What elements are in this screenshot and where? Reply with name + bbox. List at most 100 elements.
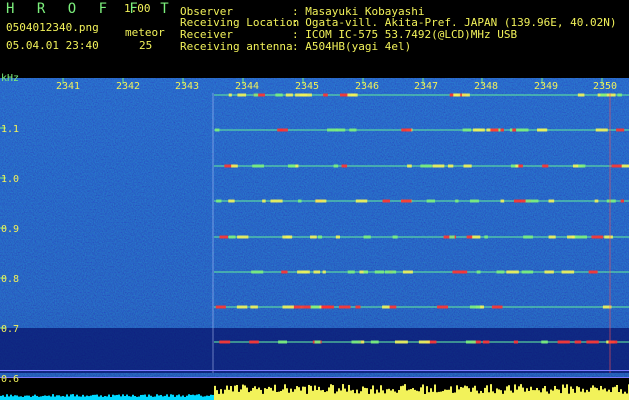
level-bar: [488, 392, 490, 400]
echo-blip: [389, 305, 397, 309]
file-name: 0504012340.png: [6, 21, 99, 34]
meteor-count: 25: [139, 39, 153, 52]
level-bar: [304, 386, 306, 400]
echo-blip: [594, 199, 599, 203]
level-bar: [40, 396, 42, 400]
level-bar: [530, 386, 532, 400]
level-bar: [568, 393, 570, 400]
level-bar: [366, 388, 368, 400]
x-tick-label: 2344: [235, 81, 260, 92]
echo-blip: [317, 235, 323, 239]
level-bar: [28, 395, 30, 400]
level-bar: [414, 389, 416, 400]
echo-blip: [513, 199, 521, 203]
level-bar: [206, 395, 208, 400]
level-bar: [130, 396, 132, 400]
level-bar: [370, 389, 372, 400]
level-bar: [218, 393, 220, 400]
level-bar: [600, 385, 602, 400]
level-bar: [58, 395, 60, 400]
level-bar: [504, 390, 506, 400]
level-bar: [90, 395, 92, 400]
level-bar: [604, 388, 606, 400]
level-bar: [212, 394, 214, 400]
echo-blip: [262, 199, 266, 203]
echo-blip: [401, 199, 412, 203]
level-bar: [242, 384, 244, 400]
antenna-label: Receiving antenna: [180, 40, 293, 53]
level-bar: [502, 393, 504, 400]
level-bar: [208, 395, 210, 400]
level-bar: [400, 386, 402, 400]
level-bar: [520, 384, 522, 400]
level-bar: [0, 395, 2, 400]
level-bar: [500, 390, 502, 400]
level-bar: [458, 389, 460, 400]
level-bar: [220, 389, 222, 400]
level-bar: [18, 396, 20, 400]
echo-blip: [282, 305, 294, 309]
echo-blip: [482, 340, 490, 344]
echo-blip: [297, 270, 310, 274]
echo-blip: [351, 340, 362, 344]
echo-blip: [512, 128, 516, 132]
level-bar: [82, 394, 84, 400]
level-bar: [248, 392, 250, 400]
echo-blip: [382, 305, 390, 309]
echo-blip: [516, 128, 529, 132]
echo-blip: [606, 199, 616, 203]
level-bar: [36, 395, 38, 400]
level-bar: [258, 387, 260, 400]
echo-blip: [219, 340, 231, 344]
echo-blip: [310, 305, 320, 309]
level-bar: [200, 395, 202, 400]
level-bar: [72, 394, 74, 400]
level-bar: [606, 391, 608, 400]
level-bar: [460, 386, 462, 400]
level-bar: [76, 394, 78, 400]
level-bar: [134, 395, 136, 400]
x-tick-label: 2341: [56, 81, 81, 92]
level-bar: [514, 384, 516, 400]
echo-blip: [484, 235, 488, 239]
echo-blip: [472, 128, 485, 132]
level-bar: [554, 385, 556, 400]
level-bar: [254, 386, 256, 400]
echo-blip: [249, 340, 259, 344]
echo-blip: [453, 93, 461, 97]
level-bar: [150, 395, 152, 400]
level-bar: [526, 388, 528, 400]
level-bar: [388, 388, 390, 400]
level-bar: [334, 393, 336, 400]
level-bar: [548, 393, 550, 400]
level-bar: [416, 390, 418, 400]
echo-blip: [228, 93, 232, 97]
level-bar: [538, 390, 540, 400]
echo-blip: [384, 270, 397, 274]
level-bar: [594, 387, 596, 400]
echo-blip: [315, 199, 327, 203]
level-bar: [482, 392, 484, 400]
level-bar: [120, 396, 122, 400]
level-bar: [124, 396, 126, 400]
level-bar: [114, 395, 116, 400]
level-bar: [470, 391, 472, 400]
level-bar: [196, 394, 198, 400]
level-bar: [508, 385, 510, 400]
level-bar: [32, 395, 34, 400]
level-bar: [226, 385, 228, 400]
echo-blip: [392, 235, 398, 239]
file-datetime: 05.04.01 23:40: [6, 39, 99, 52]
level-bar: [222, 393, 224, 400]
level-bar: [582, 388, 584, 400]
level-bar: [392, 389, 394, 400]
level-bar: [544, 385, 546, 400]
echo-blip: [491, 305, 503, 309]
level-bar: [382, 390, 384, 400]
level-bar: [294, 389, 296, 400]
echo-blip: [322, 270, 326, 274]
echo-blip: [237, 235, 249, 239]
level-bar: [598, 390, 600, 400]
echo-blip: [298, 199, 302, 203]
echo-blip: [374, 270, 385, 274]
